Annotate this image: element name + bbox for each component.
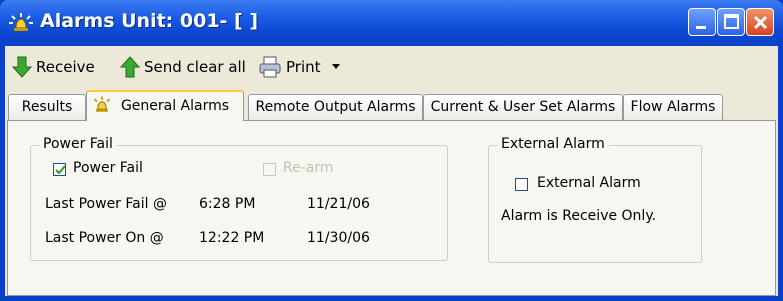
last-power-fail-label: Last Power Fail @ <box>45 196 167 212</box>
external-alarm-checkbox[interactable] <box>515 178 528 191</box>
toolbar: Receive Send clear all Print <box>5 46 778 88</box>
close-icon <box>753 15 768 30</box>
send-arrow-icon <box>119 56 141 78</box>
tab-current-user-set-alarms[interactable]: Current & User Set Alarms <box>423 94 623 120</box>
rearm-checkbox-label: Re-arm <box>283 160 334 176</box>
receive-label: Receive <box>36 58 95 76</box>
title-bar[interactable]: Alarms Unit: 001- [ ] <box>0 0 783 46</box>
last-power-fail-date: 11/21/06 <box>307 196 370 212</box>
receive-arrow-icon <box>11 56 33 78</box>
external-alarm-group: External Alarm External Alarm Alarm is R… <box>488 136 702 263</box>
tab-remote-output-alarms[interactable]: Remote Output Alarms <box>248 94 423 120</box>
last-power-on-time: 12:22 PM <box>199 230 265 246</box>
power-fail-group-title: Power Fail <box>39 136 117 152</box>
alarm-bell-icon <box>93 96 111 112</box>
rearm-checkbox <box>263 163 276 176</box>
alarm-bell-icon <box>9 13 33 31</box>
send-clear-all-button[interactable]: Send clear all <box>119 55 249 79</box>
maximize-button[interactable] <box>717 8 745 36</box>
minimize-button[interactable] <box>688 8 716 36</box>
last-power-on-date: 11/30/06 <box>307 230 370 246</box>
power-fail-checkbox-label: Power Fail <box>73 160 143 176</box>
window-frame-bottom <box>0 296 783 301</box>
window-title: Alarms Unit: 001- [ ] <box>40 10 259 32</box>
maximize-icon <box>724 14 739 29</box>
last-power-fail-time: 6:28 PM <box>199 196 256 212</box>
receive-only-note: Alarm is Receive Only. <box>501 208 657 224</box>
external-alarm-group-title: External Alarm <box>497 136 609 152</box>
tab-strip: Results General Alarms Remote Output Ala… <box>5 90 778 121</box>
checkmark-icon <box>55 165 66 175</box>
caret-down-icon <box>332 64 340 69</box>
print-button[interactable]: Print <box>258 55 348 79</box>
minimize-icon <box>696 26 706 29</box>
last-power-on-label: Last Power On @ <box>45 230 164 246</box>
tab-results[interactable]: Results <box>8 94 86 120</box>
close-button[interactable] <box>746 8 774 36</box>
window-client-area: Receive Send clear all Print Results Gen… <box>5 46 778 296</box>
alarms-window: Alarms Unit: 001- [ ] Receive Send clear <box>0 0 783 301</box>
print-label: Print <box>286 58 321 76</box>
tab-flow-alarms[interactable]: Flow Alarms <box>623 94 723 120</box>
printer-icon <box>259 56 281 78</box>
tab-general-alarms-label: General Alarms <box>120 98 230 114</box>
power-fail-group: Power Fail Power Fail Re-arm Last Power … <box>30 136 448 261</box>
receive-button[interactable]: Receive <box>11 55 111 79</box>
power-fail-checkbox[interactable] <box>53 163 66 176</box>
general-alarms-pane: Power Fail Power Fail Re-arm Last Power … <box>7 120 776 296</box>
external-alarm-checkbox-label: External Alarm <box>537 175 641 191</box>
tab-general-alarms[interactable]: General Alarms <box>86 90 244 121</box>
send-clear-all-label: Send clear all <box>144 58 246 76</box>
